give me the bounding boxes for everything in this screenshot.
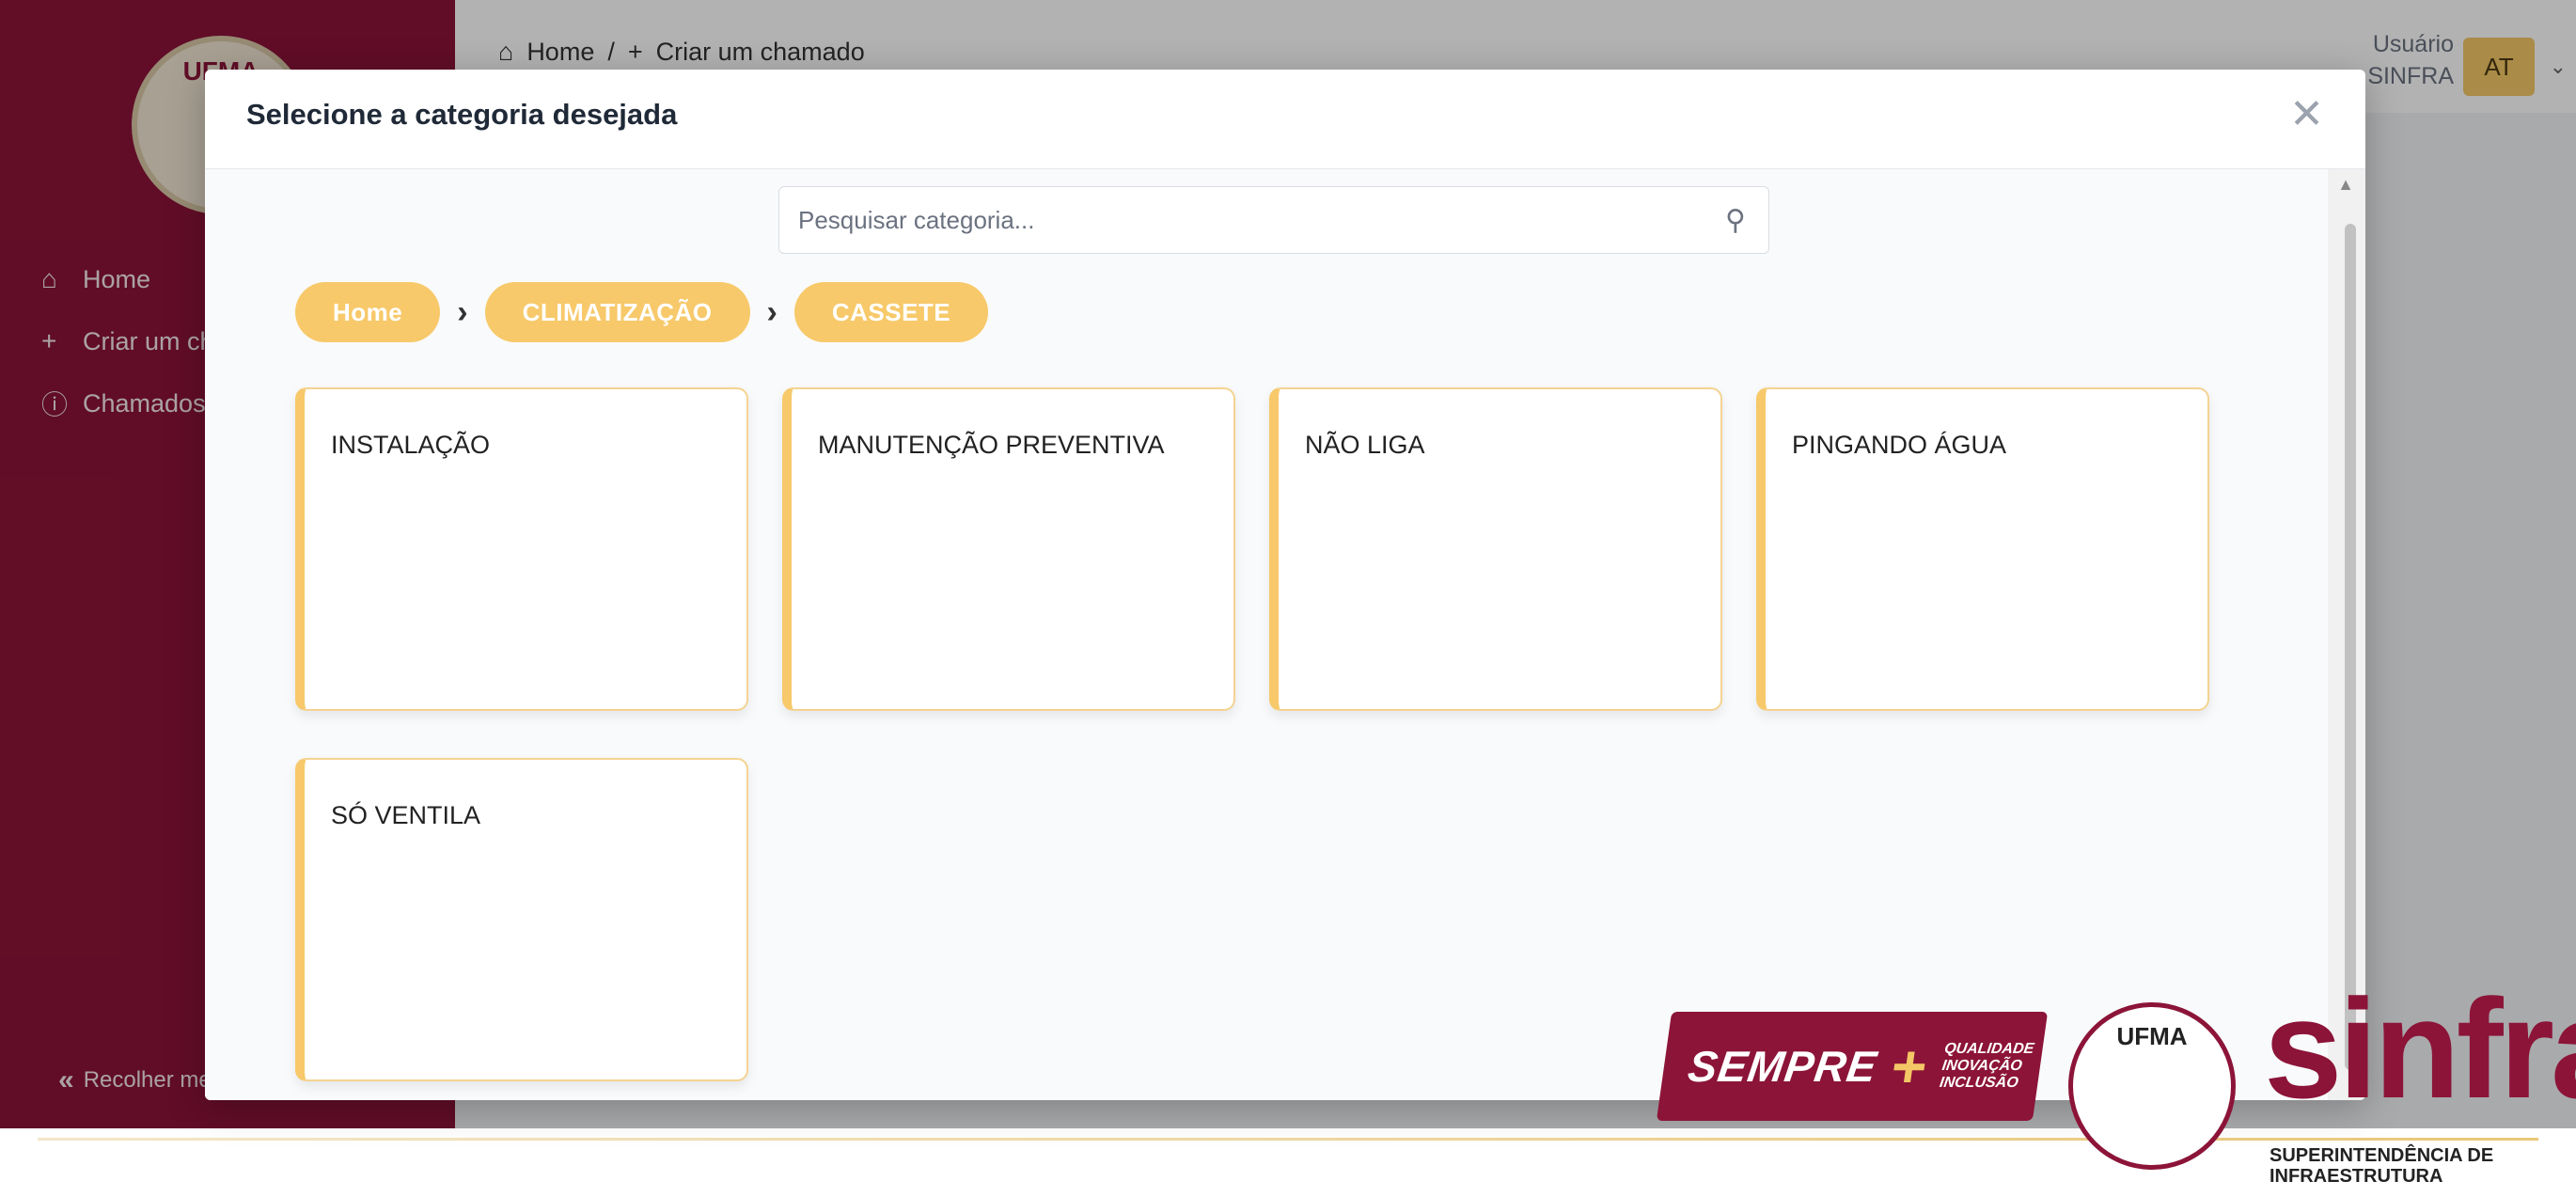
tag-inclusao: INCLUSÃO <box>1938 1075 2019 1091</box>
category-breadcrumb: Home › CLIMATIZAÇÃO › CASSETE <box>295 282 989 342</box>
category-grid: INSTALAÇÃO MANUTENÇÃO PREVENTIVA NÃO LIG… <box>295 387 2270 1081</box>
seal-text: UFMA <box>2116 1022 2188 1050</box>
scroll-thumb[interactable] <box>2345 224 2356 1070</box>
scroll-up-icon[interactable]: ▲ <box>2337 175 2354 195</box>
category-card-so-ventila[interactable]: SÓ VENTILA <box>295 758 748 1081</box>
ufma-seal: UFMA <box>2068 1002 2236 1170</box>
category-card-instalacao[interactable]: INSTALAÇÃO <box>295 387 748 711</box>
sempre-mais-logo: SEMPRE + QUALIDADE INOVAÇÃO INCLUSÃO <box>1656 1012 2049 1121</box>
modal-body: ⚲ Home › CLIMATIZAÇÃO › CASSETE INSTALAÇ… <box>205 169 2365 1100</box>
category-card-nao-liga[interactable]: NÃO LIGA <box>1269 387 1722 711</box>
sinfra-subtitle: SUPERINTENDÊNCIA DE INFRAESTRUTURA <box>2270 1145 2493 1187</box>
category-card-manutencao-preventiva[interactable]: MANUTENÇÃO PREVENTIVA <box>782 387 1235 711</box>
category-card-pingando-agua[interactable]: PINGANDO ÁGUA <box>1756 387 2209 711</box>
plus-icon: + <box>1887 1032 1932 1100</box>
crumb-pill-cassete[interactable]: CASSETE <box>793 282 989 342</box>
sempre-tags: QUALIDADE INOVAÇÃO INCLUSÃO <box>1939 1041 2035 1092</box>
tag-qualidade: QUALIDADE <box>1943 1041 2035 1057</box>
modal-header: Selecione a categoria desejada ✕ <box>205 70 2365 169</box>
modal-title: Selecione a categoria desejada <box>246 98 678 131</box>
sinfra-sub-line-1: SUPERINTENDÊNCIA DE <box>2270 1145 2494 1166</box>
chevron-right-icon: › <box>766 293 778 330</box>
sempre-text: SEMPRE <box>1685 1042 1880 1091</box>
search-box: ⚲ <box>778 186 1769 254</box>
crumb-pill-climatizacao[interactable]: CLIMATIZAÇÃO <box>484 282 750 342</box>
close-icon[interactable]: ✕ <box>2289 90 2324 138</box>
tag-inovacao: INOVAÇÃO <box>1940 1058 2023 1074</box>
sinfra-sub-line-2: INFRAESTRUTURA <box>2270 1166 2443 1187</box>
search-icon[interactable]: ⚲ <box>1703 204 1768 237</box>
search-input[interactable] <box>779 187 1703 253</box>
crumb-pill-home[interactable]: Home <box>295 282 441 342</box>
modal-scrollbar[interactable]: ▲ <box>2328 169 2365 1100</box>
sinfra-logo: sinfra <box>2264 969 2576 1127</box>
category-modal: Selecione a categoria desejada ✕ ⚲ Home … <box>205 70 2365 1100</box>
chevron-right-icon: › <box>457 293 468 330</box>
